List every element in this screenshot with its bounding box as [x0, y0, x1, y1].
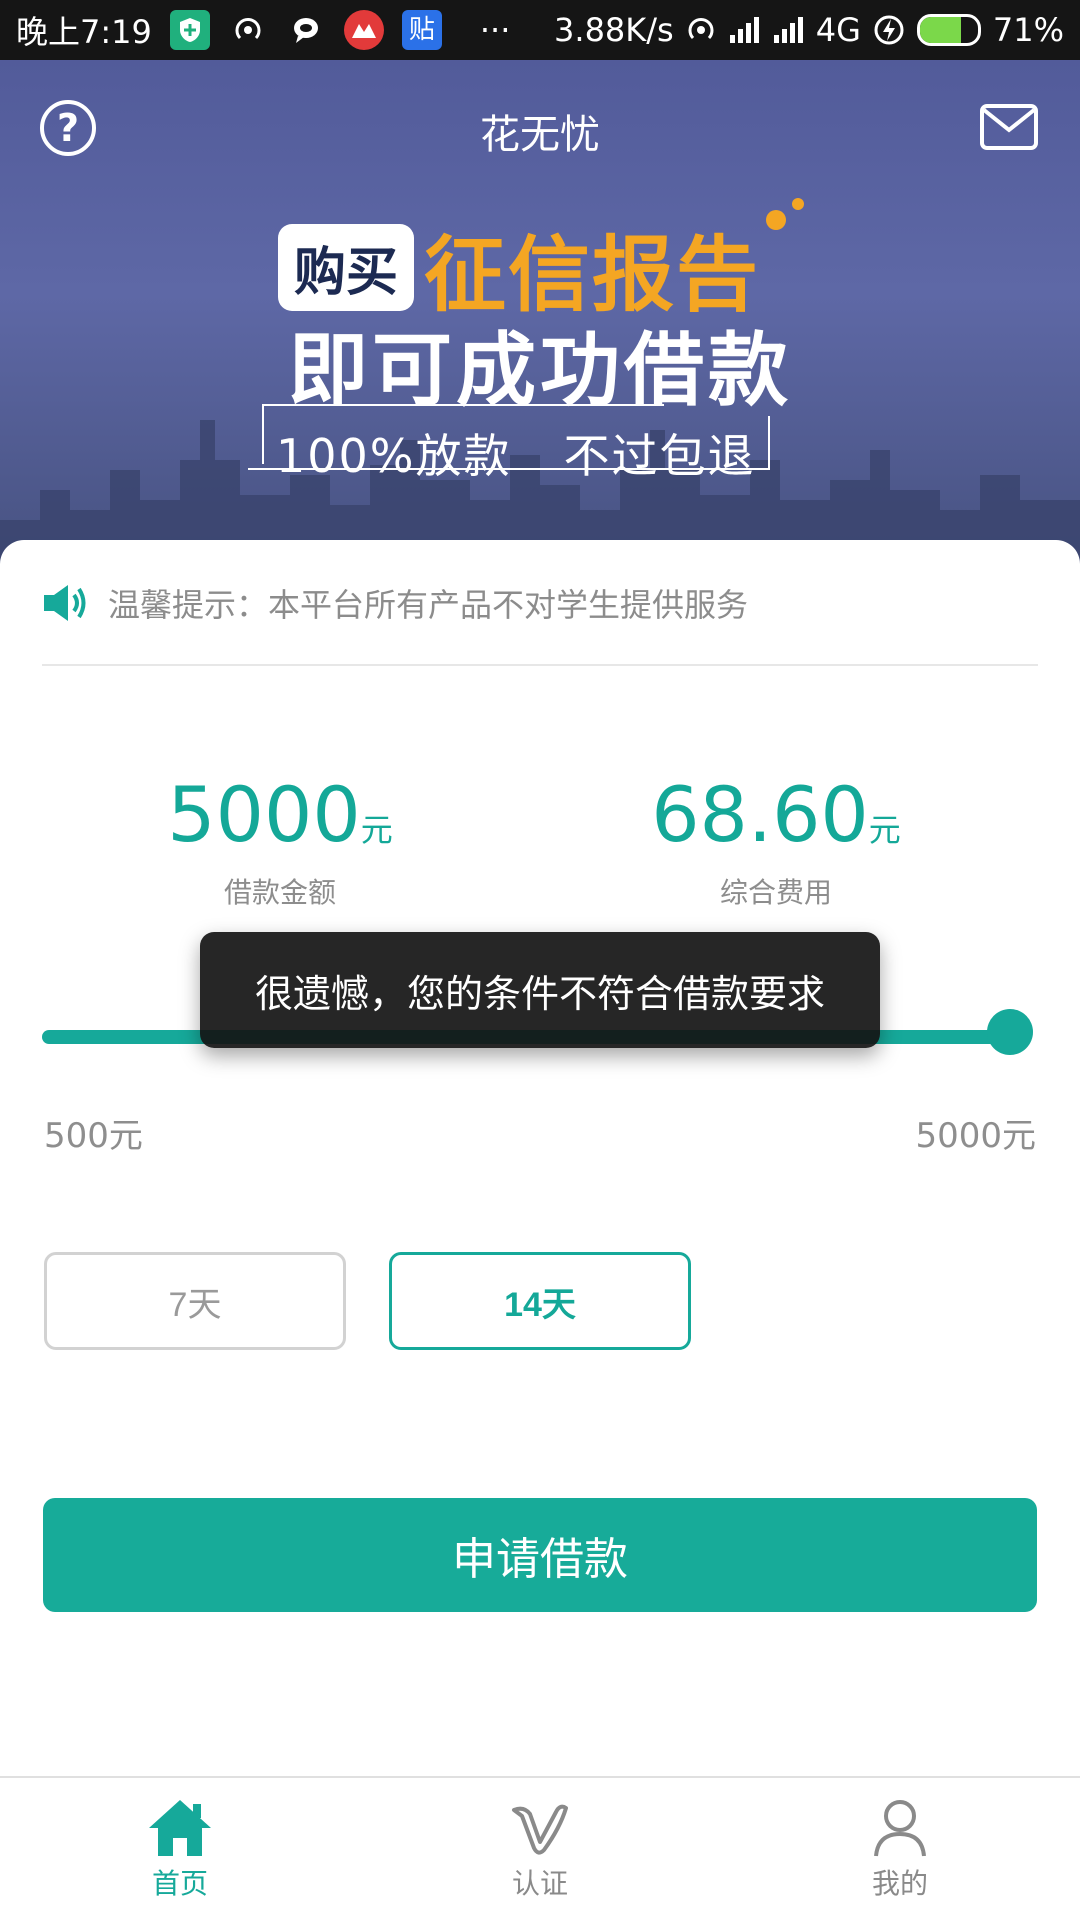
buy-badge: 购买	[278, 224, 415, 311]
tab-profile[interactable]: 我的	[720, 1778, 1080, 1922]
battery-percent: 71%	[992, 11, 1064, 49]
slider-max-label: 5000元	[915, 1116, 1036, 1156]
tab-home-label: 首页	[151, 1867, 208, 1900]
network-speed: 3.88K/s	[554, 11, 674, 49]
term-14-days-button[interactable]: 14天	[389, 1252, 691, 1350]
total-fee: 68.60元 综合费用	[576, 770, 976, 911]
slogan-frame-left	[262, 404, 264, 464]
signal-icon-2	[773, 17, 803, 43]
notice-text: 温馨提示：本平台所有产品不对学生提供服务	[108, 586, 749, 624]
chat-icon	[286, 10, 326, 50]
slogan-left: 100%放款	[276, 429, 512, 483]
speaker-icon	[44, 585, 86, 621]
total-fee-label: 综合费用	[719, 876, 832, 909]
tab-profile-label: 我的	[871, 1867, 928, 1900]
apply-loan-button[interactable]: 申请借款	[43, 1498, 1037, 1612]
hotspot-icon	[228, 10, 268, 50]
slogan-frame-top	[262, 404, 664, 406]
shield-icon	[169, 10, 210, 50]
loan-amount-unit: 元	[360, 811, 393, 849]
error-toast: 很遗憾，您的条件不符合借款要求	[200, 932, 880, 1048]
term-7-days-button[interactable]: 7天	[44, 1252, 346, 1350]
amount-slider-thumb[interactable]	[987, 1009, 1033, 1055]
mail-icon[interactable]	[980, 104, 1038, 150]
loan-card: 温馨提示：本平台所有产品不对学生提供服务 5000元 借款金额 68.60元 综…	[0, 540, 1080, 1776]
promo-banner[interactable]: ? 花无忧 购买 征信报告 即可成功借款 100%放款 不过包退	[0, 60, 1080, 580]
signal-icon	[729, 17, 759, 43]
profile-icon	[874, 1800, 926, 1857]
page-title: 花无忧	[480, 112, 600, 158]
loan-amount: 5000元 借款金额	[80, 770, 480, 911]
app-icon	[343, 10, 384, 50]
status-bar: 晚上7:19 贴 ··· 3.88K/s 4G 71%	[0, 0, 1080, 60]
tieba-icon: 贴	[401, 10, 442, 50]
total-fee-unit: 元	[868, 811, 901, 849]
promo-slogan: 100%放款 不过包退	[276, 420, 756, 486]
decor-dot	[766, 210, 786, 230]
battery-icon	[916, 14, 981, 46]
slogan-frame-right	[768, 416, 770, 470]
tab-verify-label: 认证	[511, 1867, 568, 1900]
more-dots-icon: ···	[479, 11, 511, 49]
notice-bar: 温馨提示：本平台所有产品不对学生提供服务	[42, 570, 1038, 666]
network-type: 4G	[815, 11, 861, 49]
verify-icon	[512, 1804, 568, 1855]
charging-icon	[874, 15, 904, 45]
total-fee-value: 68.60	[651, 770, 869, 859]
loan-amount-label: 借款金额	[223, 876, 336, 909]
loan-amount-value: 5000	[167, 770, 361, 859]
tab-verify[interactable]: 认证	[360, 1778, 720, 1922]
bottom-tab-bar: 首页 认证 我的	[0, 1776, 1080, 1922]
home-icon	[149, 1800, 211, 1856]
slogan-right: 不过包退	[563, 429, 756, 483]
slider-min-label: 500元	[44, 1116, 143, 1156]
decor-dot-small	[792, 198, 804, 210]
tab-home[interactable]: 首页	[0, 1778, 360, 1922]
wifi-icon	[688, 18, 714, 40]
status-time: 晚上7:19	[16, 13, 152, 51]
